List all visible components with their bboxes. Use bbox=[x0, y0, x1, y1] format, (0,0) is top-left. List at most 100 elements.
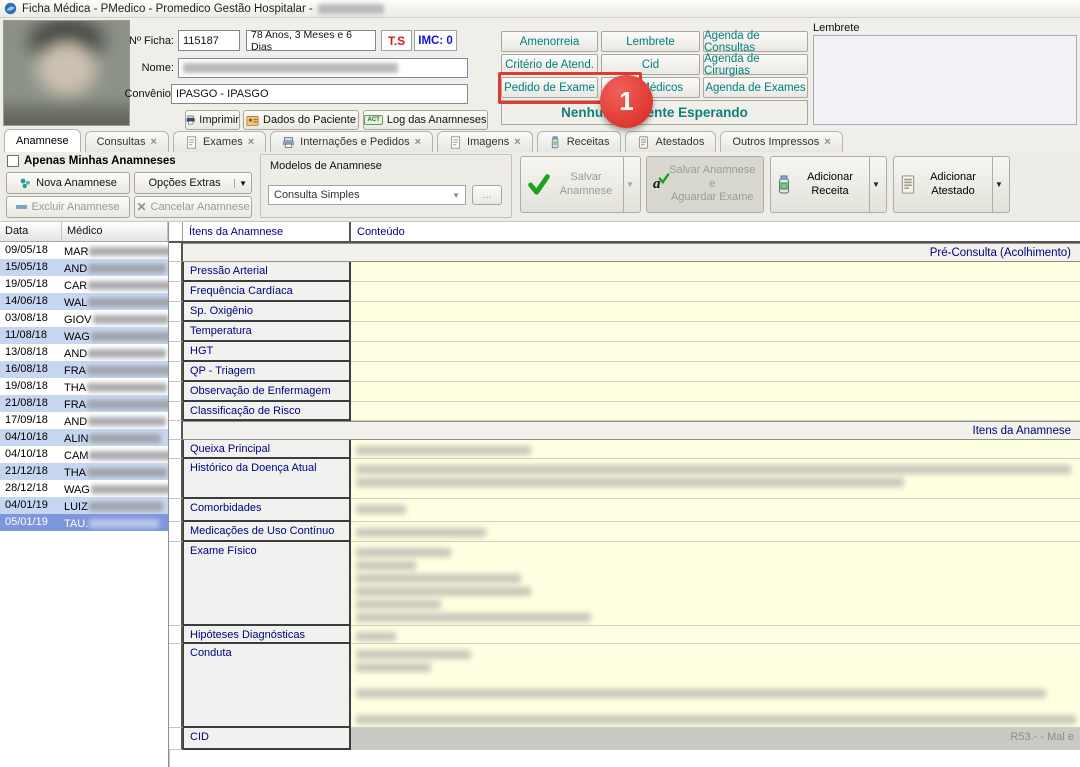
item-content-cell[interactable] bbox=[351, 499, 1080, 522]
row-gutter bbox=[169, 459, 183, 499]
history-row[interactable]: 13/08/18AND bbox=[0, 344, 168, 361]
add-recipe-dropdown-arrow[interactable]: ▼ bbox=[869, 157, 882, 212]
item-content-cell[interactable] bbox=[351, 440, 1080, 459]
items-column-header: Ítens da Anamnese bbox=[183, 222, 351, 241]
history-row[interactable]: 09/05/18MAR bbox=[0, 242, 168, 259]
history-row[interactable]: 11/08/18WAG bbox=[0, 327, 168, 344]
doctor-name-redacted bbox=[93, 315, 168, 324]
history-date: 21/12/18 bbox=[0, 463, 62, 480]
cid-row: CIDR53.- - Mal e bbox=[169, 728, 1080, 750]
item-content-cell[interactable] bbox=[351, 342, 1080, 362]
doctor-name-prefix: FRA bbox=[64, 399, 86, 411]
item-content-cell[interactable] bbox=[351, 382, 1080, 402]
name-input[interactable] bbox=[178, 58, 468, 78]
history-row[interactable]: 19/05/18CAR bbox=[0, 276, 168, 293]
history-doctor: FRA bbox=[62, 361, 168, 378]
item-content-cell[interactable] bbox=[351, 262, 1080, 282]
tab-receitas[interactable]: Receitas bbox=[537, 131, 622, 152]
tab-outros-impressos[interactable]: Outros Impressos× bbox=[720, 131, 842, 152]
history-row[interactable]: 04/10/18CAM bbox=[0, 446, 168, 463]
extra-options-button[interactable]: Opções Extras ▼ bbox=[134, 172, 252, 194]
item-content-cell[interactable] bbox=[351, 402, 1080, 421]
quick-button-lembrete[interactable]: Lembrete bbox=[601, 31, 700, 52]
cid-value[interactable]: R53.- - Mal e bbox=[351, 728, 1080, 750]
history-row[interactable]: 04/10/18ALIN bbox=[0, 429, 168, 446]
history-date: 19/05/18 bbox=[0, 276, 62, 293]
tab-close-icon[interactable]: × bbox=[415, 137, 421, 148]
history-row[interactable]: 17/09/18AND bbox=[0, 412, 168, 429]
item-content-cell[interactable] bbox=[351, 522, 1080, 542]
record-number-input[interactable]: 115187 bbox=[178, 30, 240, 51]
item-content-cell[interactable] bbox=[351, 282, 1080, 302]
add-recipe-button[interactable]: AdicionarReceita ▼ bbox=[770, 156, 887, 213]
tab-consultas[interactable]: Consultas× bbox=[85, 131, 169, 152]
history-row[interactable]: 05/01/19TAU. bbox=[0, 514, 168, 531]
tab-anamnese[interactable]: Anamnese bbox=[4, 129, 81, 152]
item-content-cell[interactable] bbox=[351, 362, 1080, 382]
history-row[interactable]: 03/08/18GIOV bbox=[0, 310, 168, 327]
history-row[interactable]: 16/08/18FRA bbox=[0, 361, 168, 378]
save-dropdown-arrow[interactable]: ▼ bbox=[623, 157, 636, 212]
new-anamnese-button[interactable]: Nova Anamnese bbox=[6, 172, 130, 194]
quick-button-agenda-de-cirurgias[interactable]: Agenda de Cirurgias bbox=[703, 54, 808, 75]
history-row[interactable]: 19/08/18THA bbox=[0, 378, 168, 395]
row-gutter bbox=[169, 522, 183, 542]
bottle-icon bbox=[777, 175, 793, 195]
tab-label: Atestados bbox=[655, 136, 704, 148]
tab-label: Receitas bbox=[567, 136, 610, 148]
history-row[interactable]: 28/12/18WAG bbox=[0, 480, 168, 497]
add-certificate-button[interactable]: AdicionarAtestado ▼ bbox=[893, 156, 1010, 213]
history-row[interactable]: 15/05/18AND bbox=[0, 259, 168, 276]
row-gutter bbox=[169, 499, 183, 522]
model-more-button[interactable]: ... bbox=[472, 185, 502, 205]
item-label: Sp. Oxigênio bbox=[183, 302, 351, 322]
only-my-anamneses-checkbox[interactable] bbox=[7, 155, 19, 167]
section-header-row: Itens da Anamnese bbox=[169, 421, 1080, 440]
quick-button-amenorreia[interactable]: Amenorreia bbox=[501, 31, 598, 52]
item-content-cell[interactable] bbox=[351, 644, 1080, 728]
log-anamneses-button[interactable]: ACT Log das Anamneses bbox=[363, 110, 488, 130]
print-button[interactable]: Imprimir bbox=[185, 110, 240, 130]
quick-button-agenda-de-exames[interactable]: Agenda de Exames bbox=[703, 77, 808, 98]
tab-close-icon[interactable]: × bbox=[824, 137, 830, 148]
tab-close-icon[interactable]: × bbox=[248, 137, 254, 148]
item-content-cell[interactable] bbox=[351, 302, 1080, 322]
history-doctor: ALIN bbox=[62, 429, 168, 446]
history-row[interactable]: 14/06/18WAL bbox=[0, 293, 168, 310]
quick-button-agenda-de-consultas[interactable]: Agenda de Consultas bbox=[703, 31, 808, 52]
history-col-data[interactable]: Data bbox=[0, 222, 62, 241]
tab-close-icon[interactable]: × bbox=[514, 137, 520, 148]
history-row[interactable]: 21/08/18FRA bbox=[0, 395, 168, 412]
add-certificate-dropdown-arrow[interactable]: ▼ bbox=[992, 157, 1005, 212]
item-content-cell[interactable] bbox=[351, 626, 1080, 644]
history-date: 13/08/18 bbox=[0, 344, 62, 361]
tab-exames[interactable]: Exames× bbox=[173, 131, 266, 152]
insurance-input[interactable]: IPASGO - IPASGO bbox=[171, 84, 468, 104]
delete-anamnese-button[interactable]: Excluir Anamnese bbox=[6, 196, 130, 218]
item-label: Medicações de Uso Contínuo bbox=[183, 522, 351, 542]
save-and-wait-exam-button[interactable]: a Salvar Anamnese eAguardar Exame bbox=[646, 156, 764, 213]
history-row[interactable]: 21/12/18THA bbox=[0, 463, 168, 480]
item-content-cell[interactable] bbox=[351, 322, 1080, 342]
imc-badge: IMC: 0 bbox=[414, 30, 457, 51]
tab-close-icon[interactable]: × bbox=[151, 137, 157, 148]
history-doctor: LUIZ bbox=[62, 497, 168, 514]
tab-atestados[interactable]: Atestados bbox=[625, 131, 716, 152]
model-select[interactable]: Consulta Simples ▼ bbox=[268, 185, 466, 205]
cancel-anamnese-button[interactable]: ✕ Cancelar Anamnese bbox=[134, 196, 252, 218]
app-icon bbox=[4, 2, 17, 15]
only-my-anamneses-label: Apenas Minhas Anamneses bbox=[24, 155, 176, 167]
redacted-text-line bbox=[356, 715, 1076, 724]
doctor-name-redacted bbox=[89, 434, 161, 443]
tab-imagens[interactable]: Imagens× bbox=[437, 131, 533, 152]
item-content-cell[interactable] bbox=[351, 459, 1080, 499]
redacted-text-line bbox=[356, 600, 441, 609]
save-anamnese-button[interactable]: SalvarAnamnese ▼ bbox=[520, 156, 641, 213]
item-content-cell[interactable] bbox=[351, 542, 1080, 626]
history-row[interactable]: 04/01/19LUIZ bbox=[0, 497, 168, 514]
tab-interna-es-e-pedidos[interactable]: Internações e Pedidos× bbox=[270, 131, 433, 152]
patient-data-button[interactable]: Dados do Paciente bbox=[243, 110, 359, 130]
doctor-name-prefix: AND bbox=[64, 416, 87, 428]
history-col-medico[interactable]: Médico bbox=[62, 222, 168, 241]
history-date: 04/01/19 bbox=[0, 497, 62, 514]
